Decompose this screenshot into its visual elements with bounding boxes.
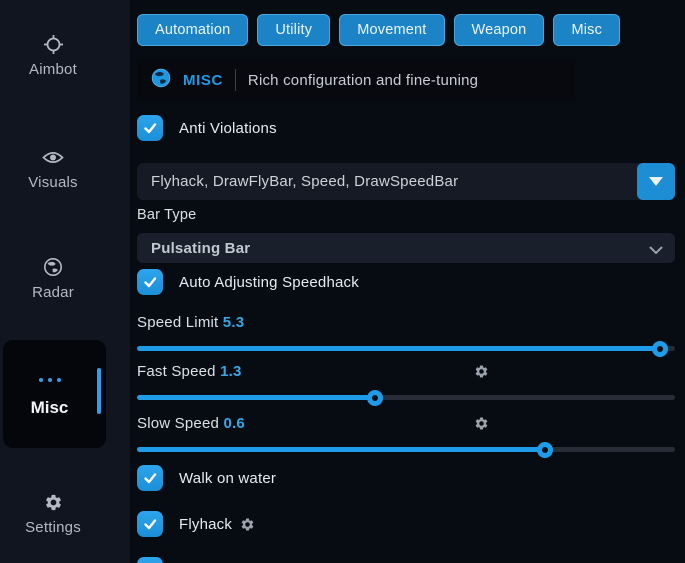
checkbox-disable-collisions[interactable]: Disable Collisions [137,557,675,563]
ellipsis-icon [3,378,96,382]
slider-value: 1.3 [220,363,241,380]
sidebar-item-label: Settings [25,519,81,536]
checkbox-icon[interactable] [137,511,163,537]
select-value: Pulsating Bar [151,240,250,257]
section-title: MISC [183,72,223,89]
sidebar-item-label: Visuals [28,174,77,191]
bar-type-label: Bar Type [137,207,675,224]
multiselect-dropdown-button[interactable] [637,163,675,200]
divider [235,69,236,91]
slider-thumb[interactable] [652,341,668,357]
checkbox-icon[interactable] [137,557,163,563]
slider-label: Fast Speed 1.3 [137,363,675,381]
checkbox-icon[interactable] [137,269,163,295]
tab-movement[interactable]: Movement [339,14,444,46]
gear-icon[interactable] [474,364,489,379]
gear-icon [44,492,63,512]
slider-speed-limit: Speed Limit 5.3 [137,314,675,357]
sidebar-item-label: Aimbot [29,61,77,78]
checkbox-flyhack[interactable]: Flyhack [137,511,675,537]
globe-icon [43,257,63,277]
slider-slow-speed: Slow Speed 0.6 [137,415,675,458]
tab-misc[interactable]: Misc [553,14,620,46]
bar-type-select[interactable]: Pulsating Bar [137,233,675,263]
main-panel: Automation Utility Movement Weapon Misc … [137,0,675,563]
sidebar-item-settings[interactable]: Settings [0,492,106,536]
checkbox-label: Flyhack [179,516,255,533]
checkbox-walk-on-water[interactable]: Walk on water [137,465,675,491]
gear-icon[interactable] [240,517,255,532]
slider-label: Speed Limit 5.3 [137,314,675,332]
multiselect-value: Flyhack, DrawFlyBar, Speed, DrawSpeedBar [151,173,458,190]
tab-automation[interactable]: Automation [137,14,248,46]
slider-value: 5.3 [223,314,244,331]
slider-fill [137,395,375,400]
checkbox-icon[interactable] [137,465,163,491]
sidebar-item-misc[interactable]: Misc [3,340,106,448]
selected-indicator [97,368,101,414]
checkbox-icon[interactable] [137,115,163,141]
tab-bar: Automation Utility Movement Weapon Misc [137,14,675,46]
checkbox-label: Walk on water [179,470,276,487]
checkbox-auto-adjusting-speedhack[interactable]: Auto Adjusting Speedhack [137,269,675,295]
slider-fast-speed: Fast Speed 1.3 [137,363,675,406]
section-subtitle: Rich configuration and fine-tuning [248,72,478,89]
slider-value: 0.6 [223,415,244,432]
sidebar-item-aimbot[interactable]: Aimbot [0,34,106,78]
bar-multiselect[interactable]: Flyhack, DrawFlyBar, Speed, DrawSpeedBar [137,163,675,200]
slider-thumb[interactable] [537,442,553,458]
sidebar-item-label: Misc [3,398,96,418]
slider-fill [137,447,545,452]
checkbox-anti-violations[interactable]: Anti Violations [137,115,675,141]
slider-label: Slow Speed 0.6 [137,415,675,433]
app-window: Aimbot Visuals Radar Mi [0,0,685,563]
slider-track-area[interactable] [137,442,675,458]
slider-thumb[interactable] [367,390,383,406]
tab-utility[interactable]: Utility [257,14,330,46]
globe-icon [151,68,171,93]
section-header: MISC Rich configuration and fine-tuning [137,60,575,100]
crosshair-icon [43,34,64,54]
gear-icon[interactable] [474,416,489,431]
sidebar-item-visuals[interactable]: Visuals [0,147,106,191]
slider-fill [137,346,660,351]
sidebar-item-radar[interactable]: Radar [0,257,106,301]
eye-icon [42,147,64,167]
sidebar: Aimbot Visuals Radar Mi [0,0,130,563]
tab-weapon[interactable]: Weapon [454,14,545,46]
checkbox-label: Anti Violations [179,120,277,137]
triangle-down-icon [649,177,663,186]
chevron-down-icon [649,242,663,260]
slider-track-area[interactable] [137,341,675,357]
checkbox-label: Auto Adjusting Speedhack [179,274,359,291]
sidebar-item-label: Radar [32,284,74,301]
slider-track-area[interactable] [137,390,675,406]
